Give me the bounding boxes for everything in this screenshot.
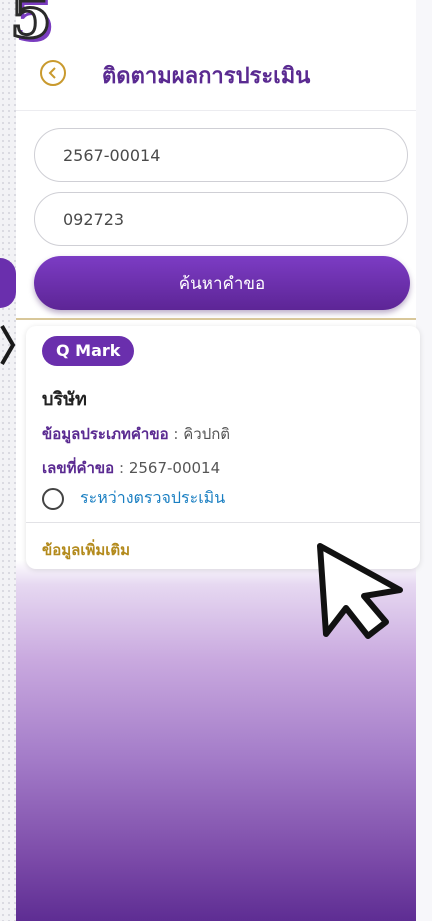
request-number-label: เลขที่คำขอ: [42, 459, 115, 477]
request-type-value: คิวปกติ: [183, 425, 231, 443]
divider: [16, 318, 416, 320]
chevron-left-icon: [48, 67, 56, 79]
request-number-row: เลขที่คำขอ : 2567-00014: [42, 456, 220, 480]
background-left: [0, 0, 16, 921]
mouse-pointer-icon: [317, 543, 403, 639]
request-number-value: 2567-00014: [128, 459, 221, 477]
radio-empty-icon: [42, 487, 64, 510]
header: ติดตามผลการประเมิน: [16, 44, 416, 111]
separator: :: [118, 459, 125, 477]
request-number-input[interactable]: [34, 128, 408, 182]
search-request-button[interactable]: ค้นหาคำขอ: [34, 256, 410, 310]
request-type-row: ข้อมูลประเภทคำขอ : คิวปกติ: [42, 422, 230, 446]
chevron-right-icon: [0, 324, 16, 366]
back-button[interactable]: [40, 60, 66, 86]
status-text: ระหว่างตรวจประเมิน: [80, 488, 226, 507]
result-card: Q Mark บริษัท ข้อมูลประเภทคำขอ : คิวปกติ…: [26, 326, 420, 569]
separator: :: [173, 425, 179, 443]
company-name: บริษัท: [42, 389, 87, 410]
step-number: 5: [9, 0, 54, 54]
phone-screen: 5 ติดตามผลการประเมิน ค้นหาคำขอ Q Mark บร…: [9, 0, 420, 921]
more-info-link[interactable]: ข้อมูลเพิ่มเติม: [42, 538, 130, 562]
status-badge: Q Mark: [42, 336, 135, 366]
page-title: ติดตามผลการประเมิน: [102, 64, 311, 89]
status-row: ระหว่างตรวจประเมิน: [42, 486, 225, 511]
card-divider: [26, 522, 420, 523]
request-type-label: ข้อมูลประเภทคำขอ: [42, 425, 169, 443]
phone-input[interactable]: [34, 192, 408, 246]
